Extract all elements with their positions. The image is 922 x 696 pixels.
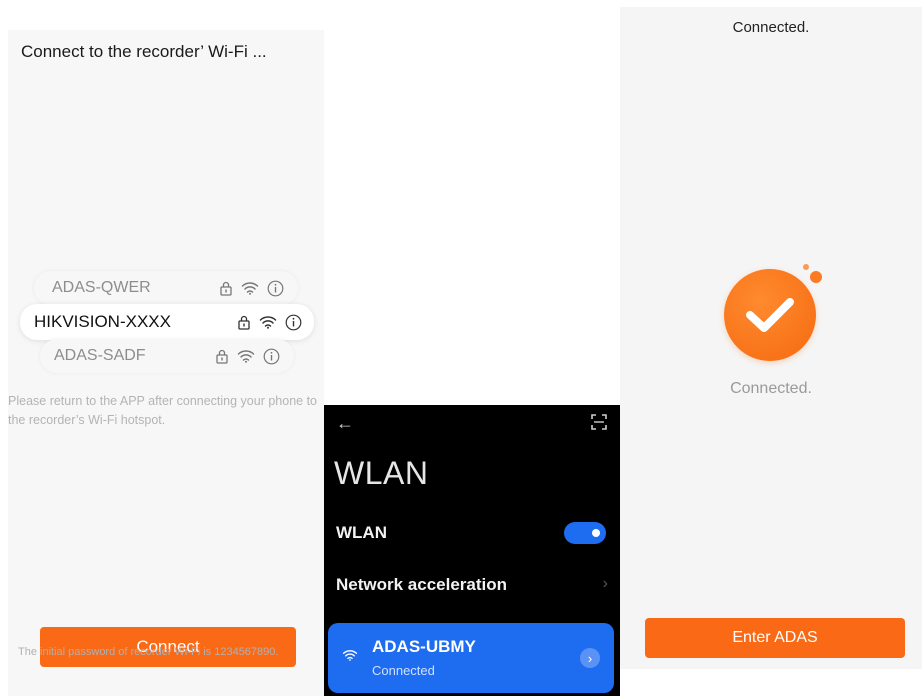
composite-screenshot: Connect to the recorder’ Wi-Fi ... ADAS-… (0, 0, 922, 696)
chevron-right-icon[interactable]: › (580, 648, 600, 668)
info-icon[interactable] (263, 348, 280, 365)
header-status: Connected. (732, 19, 810, 36)
network-ssid: ADAS-UBMY (372, 637, 476, 656)
wifi-network-item[interactable]: ADAS-QWER (34, 271, 298, 305)
lock-icon (216, 349, 228, 364)
chevron-right-icon: › (602, 575, 608, 592)
decor-dot (803, 264, 809, 270)
toggle-knob (592, 529, 600, 537)
connected-screen: Connected. Connected. Enter ADAS (620, 7, 922, 669)
network-status: Connected (372, 663, 435, 678)
info-icon[interactable] (267, 280, 284, 297)
instruction-text: Please return to the APP after connectin… (8, 394, 318, 427)
password-note: The initial password of recorder Wi-Fi i… (18, 646, 279, 658)
enter-adas-button[interactable]: Enter ADAS (645, 618, 905, 658)
wifi-signal-icon (241, 282, 259, 295)
connect-wifi-screen: Connect to the recorder’ Wi-Fi ... ADAS-… (8, 30, 324, 696)
lock-icon (220, 281, 232, 296)
wifi-network-item-selected[interactable]: HIKVISION-XXXX (20, 304, 314, 340)
network-acceleration-item[interactable]: Network acceleration (336, 575, 507, 595)
back-arrow-icon[interactable]: ← (336, 413, 354, 434)
wifi-network-item[interactable]: ADAS-SADF (40, 339, 294, 373)
wifi-ssid: HIKVISION-XXXX (34, 312, 171, 331)
wlan-toggle[interactable] (564, 522, 606, 544)
checkmark-icon (724, 269, 816, 361)
scan-icon[interactable] (590, 413, 608, 431)
lock-icon (238, 315, 250, 330)
page-title: WLAN (334, 455, 429, 491)
wifi-signal-icon (342, 650, 358, 661)
wifi-ssid: ADAS-SADF (54, 347, 146, 364)
success-graphic (724, 264, 824, 369)
wifi-signal-icon (259, 316, 277, 329)
wifi-signal-icon (237, 350, 255, 363)
connection-status: Connected. (730, 380, 812, 397)
wlan-settings-screen: ← WLAN WLAN Network acceleration › ADAS-… (324, 405, 620, 696)
wlan-toggle-label: WLAN (336, 523, 387, 542)
connected-network-card[interactable]: ADAS-UBMY Connected › (328, 623, 614, 693)
info-icon[interactable] (285, 314, 302, 331)
decor-dot (810, 271, 822, 283)
screen-title: Connect to the recorder’ Wi-Fi ... (21, 42, 267, 61)
wifi-ssid: ADAS-QWER (52, 279, 151, 296)
